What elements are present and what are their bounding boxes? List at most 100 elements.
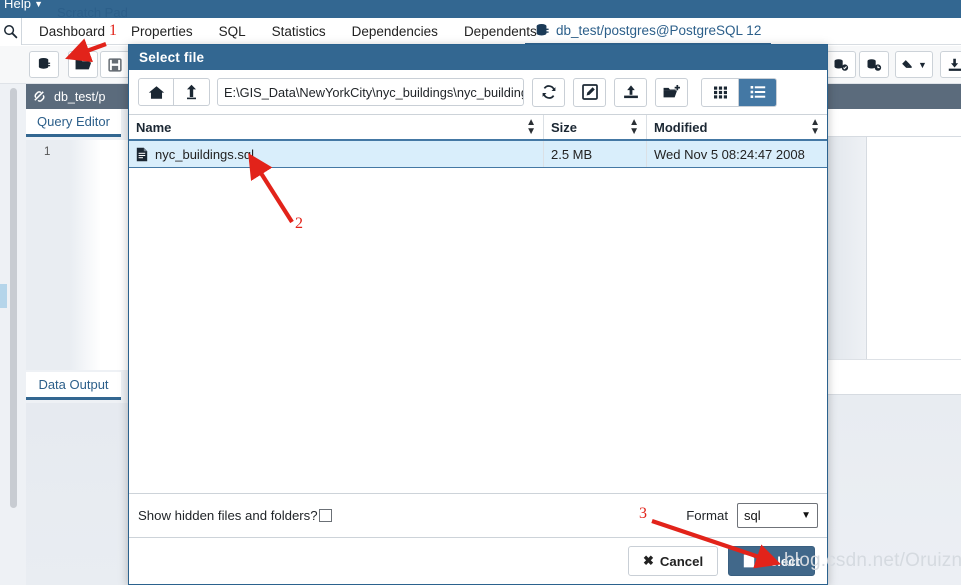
scratch-pad-separator-bottom (820, 394, 961, 395)
dialog-title: Select file (139, 50, 205, 65)
tab-data-output-label: Data Output (38, 377, 109, 392)
disconnect-icon (34, 91, 45, 102)
home-button[interactable] (138, 78, 174, 106)
open-file-button[interactable] (68, 51, 98, 78)
sql-editor-area[interactable]: 1 (26, 140, 130, 370)
scratch-pad-separator-top (820, 359, 961, 360)
commit-icon (834, 58, 849, 71)
scratch-pad-divider (866, 109, 867, 359)
arrow-up-icon (187, 84, 196, 100)
query-tool-connection-label: db_test/p (54, 89, 106, 104)
tab-properties[interactable]: Properties (118, 18, 206, 45)
sort-icon: ▲ ▼ (526, 117, 536, 137)
tab-dependencies[interactable]: Dependencies (339, 18, 451, 45)
folder-plus-icon (663, 84, 680, 98)
chevron-down-icon: ▼ (34, 0, 44, 9)
data-output-body (26, 403, 130, 585)
column-header-modified[interactable]: Modified ▲ ▼ (647, 115, 827, 139)
create-folder-button[interactable] (655, 77, 688, 107)
show-hidden-checkbox[interactable] (318, 509, 332, 522)
table-row[interactable]: nyc_buildings.sql 2.5 MB Wed Nov 5 08:24… (129, 141, 827, 168)
menu-help[interactable]: Help ▼ (4, 0, 43, 11)
sort-icon: ▲ ▼ (810, 117, 820, 137)
query-editor-panel: db_test/p Query Editor 1 Data Output (0, 84, 130, 585)
save-icon (108, 57, 122, 72)
vertical-scrollbar[interactable] (10, 88, 17, 508)
column-header-size-label: Size (551, 119, 578, 135)
watermark: blog.csdn.net/Oruizn (784, 550, 961, 571)
format-select[interactable]: sql ▼ (737, 503, 818, 528)
path-input-value: E:\GIS_Data\NewYorkCity\nyc_buildings\ny… (224, 84, 524, 100)
column-header-name-label: Name (136, 119, 172, 135)
tab-dashboard[interactable]: Dashboard (26, 18, 118, 45)
database-stack-icon (38, 57, 50, 69)
scroll-position-marker (0, 284, 7, 308)
chevron-down-icon: ▼ (801, 510, 811, 521)
tab-query-editor[interactable]: Query Editor (26, 109, 121, 137)
refresh-button[interactable] (532, 77, 565, 107)
refresh-icon (542, 85, 555, 99)
view-mode-group (701, 77, 777, 107)
tab-query-editor-label: Query Editor (37, 114, 110, 129)
search-icon (4, 25, 18, 39)
tab-scratch-pad[interactable]: Scratch Pad (57, 5, 128, 20)
home-icon (148, 85, 164, 99)
navigation-button-group (138, 78, 210, 106)
column-header-name[interactable]: Name ▲ ▼ (129, 115, 544, 139)
list-view-icon (750, 86, 765, 98)
tab-sql[interactable]: SQL (206, 18, 259, 45)
chevron-down-icon: ▼ (918, 59, 927, 70)
database-icon (536, 24, 549, 36)
close-icon: ✖ (642, 553, 654, 568)
column-header-size[interactable]: Size ▲ ▼ (544, 115, 647, 139)
annotation-number-1: 1 (109, 22, 117, 39)
file-name-label: nyc_buildings.sql (155, 146, 255, 162)
up-directory-button[interactable] (174, 78, 210, 106)
eraser-icon (902, 60, 912, 68)
scratch-pad-titlebar (820, 84, 961, 109)
file-icon (743, 554, 755, 568)
rename-button[interactable] (573, 77, 606, 107)
grid-view-button[interactable] (701, 77, 739, 107)
rollback-button[interactable] (859, 51, 889, 78)
format-select-value: sql (744, 508, 761, 523)
folder-open-icon (75, 59, 91, 70)
download-csv-button[interactable] (940, 51, 961, 78)
file-list-header: Name ▲ ▼ Size ▲ ▼ Modified ▲ ▼ (129, 114, 827, 141)
query-tool-connection-strip: db_test/p (26, 84, 130, 109)
search-button[interactable] (0, 18, 22, 45)
object-tab-bar: Dashboard Properties SQL Statistics Depe… (0, 18, 961, 45)
rollback-icon (867, 58, 882, 71)
cancel-button[interactable]: ✖ Cancel (627, 546, 719, 576)
object-tabs: Dashboard Properties SQL Statistics Depe… (26, 18, 550, 45)
clear-dropdown-button[interactable]: ▼ (895, 51, 933, 78)
file-list-table: Name ▲ ▼ Size ▲ ▼ Modified ▲ ▼ nyc_build… (129, 114, 827, 493)
format-label: Format (686, 508, 728, 523)
connection-tab-label: db_test/postgres@PostgreSQL 12 (556, 23, 762, 38)
dialog-footer: ✖ Cancel Select (129, 537, 827, 584)
tab-query-tool-connection[interactable]: db_test/postgres@PostgreSQL 12 (525, 18, 772, 45)
commit-button[interactable] (826, 51, 856, 78)
list-view-button[interactable] (739, 77, 777, 107)
upload-button[interactable] (614, 77, 647, 107)
save-file-button[interactable] (100, 51, 130, 78)
editor-line-number: 1 (44, 146, 51, 158)
dialog-options-row: Show hidden files and folders? Format sq… (129, 493, 827, 537)
tab-data-output[interactable]: Data Output (26, 372, 121, 400)
edit-pencil-icon (581, 84, 598, 100)
column-header-modified-label: Modified (654, 119, 708, 135)
file-list-empty-area (129, 168, 827, 493)
open-connection-button[interactable] (29, 51, 59, 78)
cancel-button-label: Cancel (659, 553, 704, 569)
path-input[interactable]: E:\GIS_Data\NewYorkCity\nyc_buildings\ny… (217, 78, 524, 106)
screen-root: Help ▼ Dashboard Properties SQL Statistic… (0, 0, 961, 585)
tab-statistics[interactable]: Statistics (259, 18, 339, 45)
upload-icon (623, 85, 638, 99)
file-name-cell: nyc_buildings.sql (129, 141, 544, 167)
show-hidden-label: Show hidden files and folders? (138, 508, 318, 523)
file-icon (136, 147, 148, 161)
file-browser-toolbar: E:\GIS_Data\NewYorkCity\nyc_buildings\ny… (129, 70, 827, 114)
scratch-pad-tabrow (820, 109, 961, 137)
download-icon (948, 58, 961, 71)
file-size-cell: 2.5 MB (544, 141, 647, 167)
